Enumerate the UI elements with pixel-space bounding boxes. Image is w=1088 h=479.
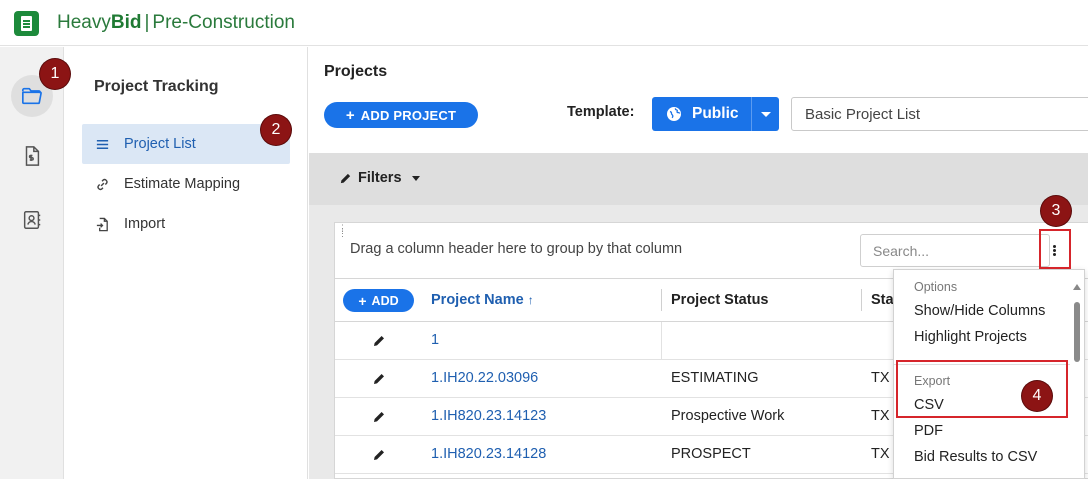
chevron-down-icon[interactable]	[751, 97, 779, 131]
callout-highlight-kebab	[1039, 229, 1071, 269]
edit-pencil-icon[interactable]	[372, 410, 386, 424]
side-navigation: Project Tracking Project List Estimate M…	[64, 47, 308, 479]
contacts-icon	[23, 211, 41, 229]
menu-scrollbar[interactable]	[1070, 278, 1084, 478]
edit-pencil-icon[interactable]	[372, 372, 386, 386]
nav-item-label: Project List	[124, 136, 196, 152]
cell-project-name[interactable]: 1.IH820.23.14123	[431, 408, 546, 424]
link-icon	[94, 176, 110, 192]
page-title: Projects	[324, 63, 388, 80]
plus-icon: +	[345, 106, 355, 124]
cell-project-status: ESTIMATING	[671, 370, 759, 386]
cell-state: TX	[871, 370, 890, 386]
icon-rail	[0, 47, 64, 479]
edit-pencil-icon[interactable]	[372, 334, 386, 348]
import-icon	[94, 216, 110, 232]
nav-item-project-list[interactable]: Project List	[82, 124, 290, 164]
column-divider[interactable]	[661, 289, 662, 311]
filters-bar: Filters	[309, 153, 1088, 205]
callout-badge-3: 3	[1041, 196, 1071, 226]
nav-item-estimate-mapping[interactable]: Estimate Mapping	[82, 164, 290, 204]
search-input[interactable]: Search...	[860, 234, 1050, 267]
column-divider[interactable]	[861, 289, 862, 311]
column-header-label: Project Name	[431, 292, 524, 308]
app-header: HeavyBid | Pre-Construction	[0, 0, 1088, 46]
rail-contacts-button[interactable]	[11, 199, 53, 241]
menu-item-export-pdf[interactable]: PDF	[914, 423, 943, 439]
nav-item-import[interactable]: Import	[82, 204, 290, 244]
callout-badge-2: 2	[261, 115, 291, 145]
app-title: HeavyBid | Pre-Construction	[57, 12, 295, 34]
plus-icon: +	[358, 292, 367, 309]
globe-icon	[667, 107, 681, 121]
callout-badge-1: 1	[40, 59, 70, 89]
cell-project-status: Prospective Work	[671, 408, 785, 424]
group-by-hint: Drag a column header here to group by th…	[350, 241, 683, 257]
scroll-thumb[interactable]	[1074, 302, 1080, 362]
sidenav-title: Project Tracking	[94, 78, 219, 95]
pencil-icon	[340, 173, 351, 183]
menu-item-highlight-projects[interactable]: Highlight Projects	[914, 329, 1027, 345]
menu-section-options: Options	[914, 280, 958, 294]
edit-pencil-icon[interactable]	[372, 448, 386, 462]
add-row-label: ADD	[371, 293, 399, 308]
brand-light: Heavy	[57, 12, 111, 33]
rail-estimate-button[interactable]	[11, 135, 53, 177]
scroll-up-icon[interactable]	[1073, 284, 1081, 290]
sort-ascending-icon: ↑	[527, 293, 534, 307]
callout-badge-4: 4	[1022, 381, 1052, 411]
heavybid-logo-icon	[14, 11, 39, 36]
cell-project-name[interactable]: 1.IH820.23.14128	[431, 446, 546, 462]
cell-state: TX	[871, 408, 890, 424]
column-header-state[interactable]: Sta	[871, 292, 894, 308]
nav-item-label: Estimate Mapping	[124, 176, 241, 192]
column-header-project-name[interactable]: Project Name ↑	[431, 292, 534, 308]
cell-divider	[661, 322, 662, 360]
add-project-label: ADD PROJECT	[360, 107, 457, 123]
filters-label: Filters	[358, 170, 402, 186]
cell-project-name[interactable]: 1.IH20.22.03096	[431, 370, 538, 386]
add-project-button[interactable]: + ADD PROJECT	[324, 102, 478, 128]
filters-button[interactable]: Filters	[339, 170, 420, 186]
estimate-document-icon	[25, 146, 40, 166]
drag-handle-icon[interactable]: ⋮ ⋮	[338, 224, 347, 238]
list-icon	[94, 136, 110, 152]
cell-project-status: PROSPECT	[671, 446, 751, 462]
cell-project-name[interactable]: 1	[431, 332, 439, 348]
brand-bold: Bid	[110, 12, 142, 33]
nav-item-label: Import	[124, 216, 166, 232]
cell-state: TX	[871, 446, 890, 462]
brand-separator: |	[144, 12, 150, 33]
chevron-down-icon	[411, 175, 420, 181]
template-visibility-label: Public	[692, 105, 739, 122]
template-label: Template:	[567, 104, 635, 120]
menu-item-show-hide-columns[interactable]: Show/Hide Columns	[914, 303, 1045, 319]
column-header-project-status[interactable]: Project Status	[671, 292, 769, 308]
template-select[interactable]: Basic Project List	[791, 97, 1088, 131]
add-row-button[interactable]: + ADD	[343, 289, 414, 312]
template-visibility-dropdown[interactable]: Public	[652, 97, 779, 131]
folder-icon	[22, 87, 42, 105]
menu-item-bid-results-csv[interactable]: Bid Results to CSV	[914, 449, 1037, 465]
brand-subtitle: Pre-Construction	[152, 12, 295, 33]
